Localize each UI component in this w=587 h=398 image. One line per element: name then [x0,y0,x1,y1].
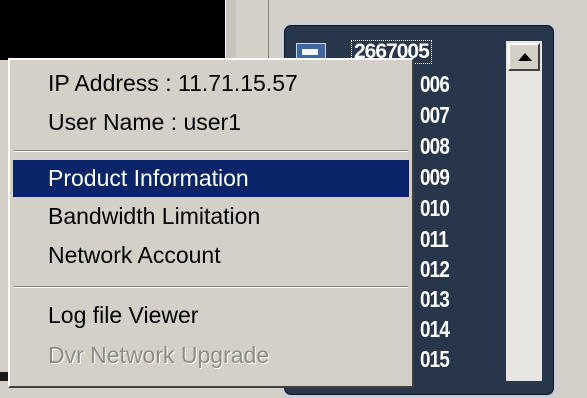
menu-item-bandwidth-limitation[interactable]: Bandwidth Limitation [13,198,409,235]
menu-item-dvr-network-upgrade: Dvr Network Upgrade [13,337,409,374]
menu-item-network-account[interactable]: Network Account [13,237,409,274]
menu-item-log-file-viewer[interactable]: Log file Viewer [13,297,409,334]
menu-item-label: Dvr Network Upgrade [48,342,270,368]
menu-separator [14,286,408,288]
scroll-up-button[interactable] [508,43,540,71]
menu-item-product-information[interactable]: Product Information [13,160,409,197]
channel-scrollbar[interactable] [506,41,542,381]
menu-separator [14,150,408,152]
channel-item[interactable]: 008 [420,131,469,161]
arrow-up-icon [518,53,532,61]
channel-item[interactable]: 007 [420,100,469,130]
menu-item-label: Bandwidth Limitation [48,203,261,229]
channel-item[interactable]: 013 [420,284,469,314]
menu-item-label: Product Information [48,165,249,191]
channel-item[interactable]: 011 [420,224,469,254]
channel-item[interactable]: 012 [420,254,469,284]
channel-item[interactable]: 014 [420,314,469,344]
user-name-info: User Name : user1 [48,109,242,135]
context-menu: IP Address : 11.71.15.57 User Name : use… [8,58,414,388]
ip-address-info: IP Address : 11.71.15.57 [48,70,298,96]
channel-item[interactable]: 015 [420,344,469,374]
menu-item-label: Network Account [48,242,221,268]
background-dark-region [0,0,225,60]
channel-item[interactable]: 009 [420,162,469,192]
menu-item-label: Log file Viewer [48,302,199,328]
channel-item[interactable]: 006 [420,69,469,99]
channel-item[interactable]: 010 [420,193,469,223]
